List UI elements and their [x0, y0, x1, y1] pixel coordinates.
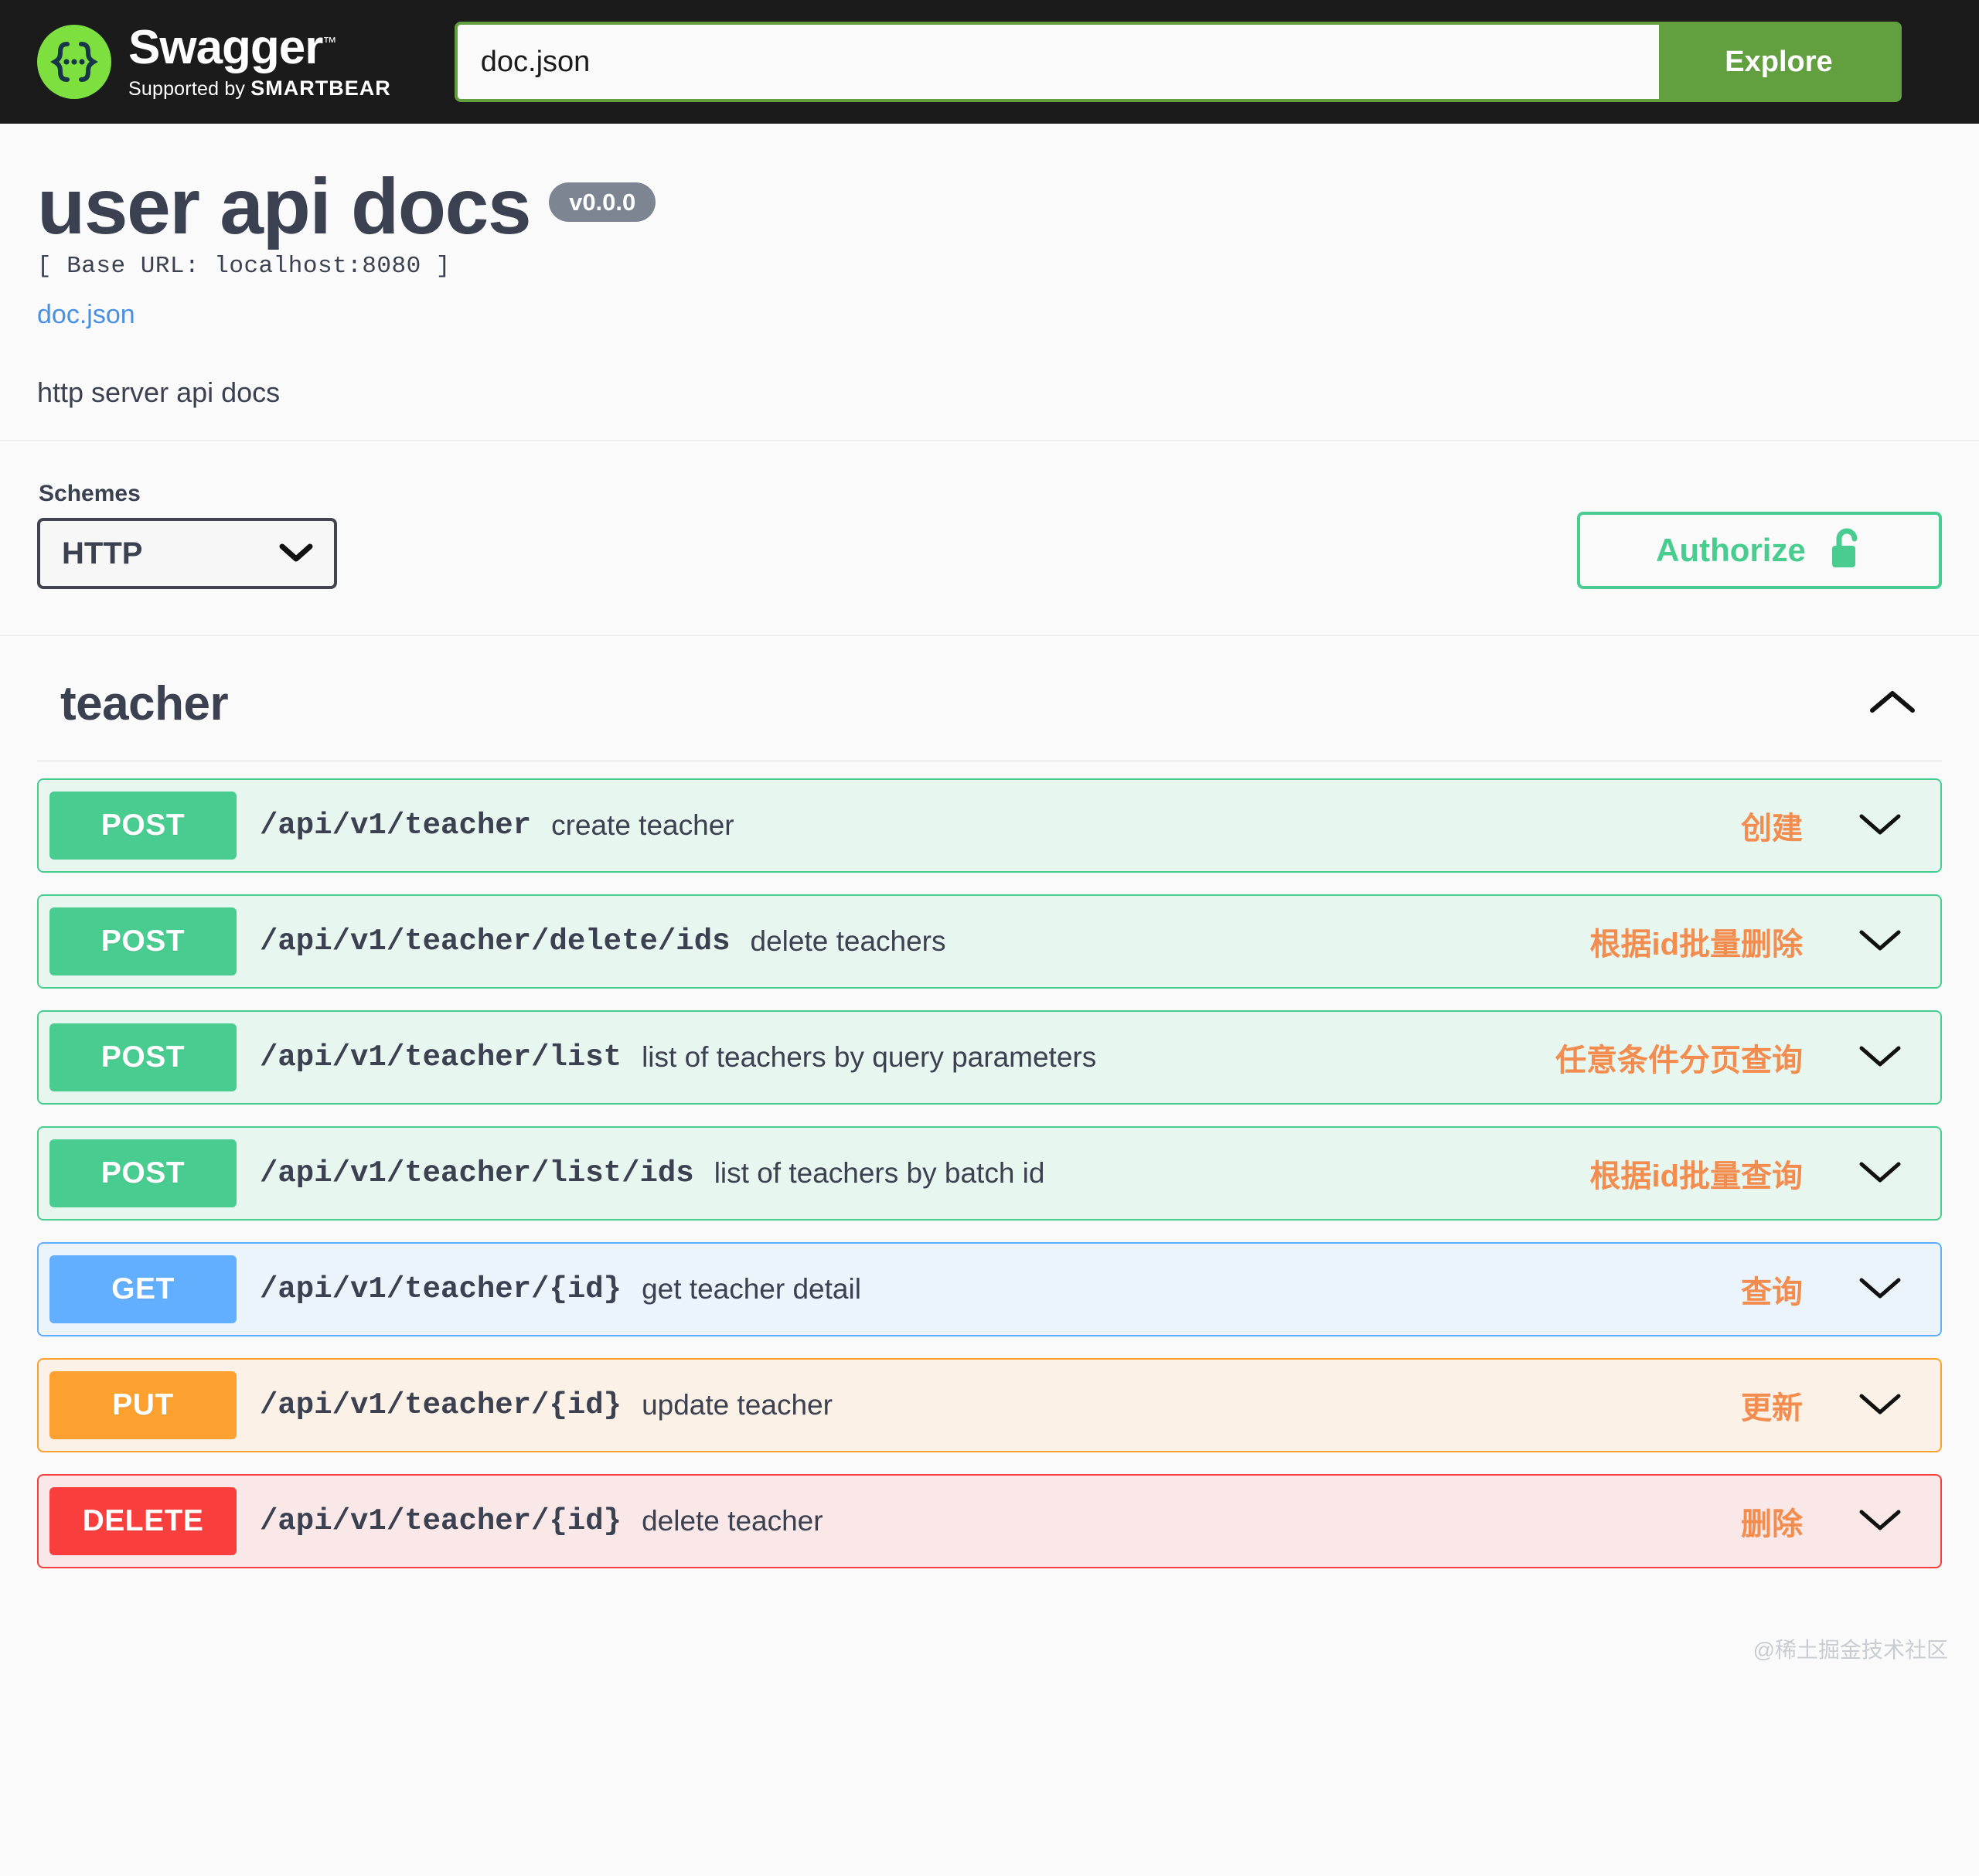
operation-summary: 更新 [1741, 1391, 1803, 1426]
schemes-selected-value: HTTP [62, 536, 143, 570]
watermark: @稀土掘金技术社区 [1752, 1638, 1948, 1663]
operation-expand-toggle[interactable] [1834, 1505, 1926, 1538]
top-bar: Swagger™ Supported by SMARTBEAR Explore [0, 0, 1979, 124]
operation-row[interactable]: POST /api/v1/teacher/list/ids list of te… [37, 1126, 1942, 1221]
operation-description: delete teacher [642, 1505, 823, 1537]
chevron-down-icon [1856, 1273, 1904, 1306]
spec-url-input[interactable] [457, 25, 1659, 99]
operation-summary: 查询 [1741, 1275, 1803, 1310]
operation-row[interactable]: DELETE /api/v1/teacher/{id} delete teach… [37, 1474, 1942, 1569]
operation-expand-toggle[interactable] [1834, 1041, 1926, 1074]
chevron-down-icon [1856, 1041, 1904, 1074]
method-badge: PUT [49, 1371, 237, 1440]
chevron-up-icon[interactable] [1866, 686, 1919, 722]
method-badge: POST [49, 1023, 237, 1092]
operation-row[interactable]: POST /api/v1/teacher create teacher 创建 [37, 778, 1942, 873]
operation-description: list of teachers by batch id [714, 1157, 1045, 1190]
operation-expand-toggle[interactable] [1834, 1157, 1926, 1190]
chevron-down-icon [1856, 925, 1904, 958]
tag-name-label: teacher [60, 677, 229, 731]
operation-summary: 创建 [1741, 812, 1803, 846]
authorize-label: Authorize [1656, 532, 1806, 569]
api-title-row: user api docs v0.0.0 [37, 165, 1942, 248]
method-badge: DELETE [49, 1487, 237, 1556]
chevron-down-icon [1856, 1505, 1904, 1538]
supported-by-label: Supported by [128, 77, 246, 100]
spec-url-form: Explore [454, 22, 1902, 102]
operation-path: /api/v1/teacher [260, 809, 532, 843]
authorize-button[interactable]: Authorize [1577, 512, 1942, 590]
page-title: user api docs [37, 162, 532, 250]
chevron-down-icon [1856, 809, 1904, 843]
operation-description: update teacher [642, 1389, 833, 1421]
operation-path: /api/v1/teacher/list [260, 1040, 622, 1075]
smartbear-brand: SMARTBEAR [250, 76, 391, 100]
api-description: http server api docs [37, 376, 281, 409]
swagger-wordmark: Swagger™ [128, 20, 391, 74]
operation-description: create teacher [551, 809, 734, 842]
operation-summary: 任意条件分页查询 [1555, 1044, 1803, 1078]
api-info-section: user api docs v0.0.0 [ Base URL: localho… [0, 124, 1979, 440]
chevron-down-icon [1856, 1389, 1904, 1422]
operation-path: /api/v1/teacher/list/ids [260, 1156, 694, 1191]
operation-path: /api/v1/teacher/{id} [260, 1388, 622, 1423]
operations-list: POST /api/v1/teacher create teacher 创建 P… [37, 761, 1942, 1621]
spec-doc-link[interactable]: doc.json [37, 300, 135, 330]
tag-section-teacher: teacher POST /api/v1/teacher create teac… [0, 636, 1979, 1621]
supported-by-line: Supported by SMARTBEAR [128, 77, 391, 100]
swagger-logo[interactable]: Swagger™ Supported by SMARTBEAR [37, 20, 391, 100]
operation-description: delete teachers [750, 925, 946, 958]
method-badge: POST [49, 907, 237, 976]
operation-expand-toggle[interactable] [1834, 925, 1926, 958]
operation-row[interactable]: POST /api/v1/teacher/list list of teache… [37, 1010, 1942, 1105]
operation-row[interactable]: GET /api/v1/teacher/{id} get teacher det… [37, 1242, 1942, 1337]
operation-path: /api/v1/teacher/{id} [260, 1272, 622, 1307]
operation-expand-toggle[interactable] [1834, 1389, 1926, 1422]
swagger-wordmark-text: Swagger [128, 20, 323, 74]
trademark-symbol: ™ [322, 33, 336, 49]
version-badge: v0.0.0 [549, 182, 656, 222]
tag-header-teacher[interactable]: teacher [37, 636, 1942, 762]
operation-row[interactable]: PUT /api/v1/teacher/{id} update teacher … [37, 1358, 1942, 1453]
swagger-braces-icon [37, 25, 111, 99]
operation-summary: 删除 [1741, 1507, 1803, 1542]
method-badge: GET [49, 1255, 237, 1324]
base-url: [ Base URL: localhost:8080 ] [37, 253, 451, 281]
operation-description: get teacher detail [642, 1273, 861, 1306]
operation-expand-toggle[interactable] [1834, 809, 1926, 843]
operation-path: /api/v1/teacher/{id} [260, 1504, 622, 1539]
unlock-icon [1829, 527, 1863, 574]
chevron-down-icon [1856, 1157, 1904, 1190]
schemes-select[interactable]: HTTP [37, 518, 337, 590]
operation-expand-toggle[interactable] [1834, 1273, 1926, 1306]
explore-button[interactable]: Explore [1659, 25, 1899, 99]
method-badge: POST [49, 1139, 237, 1208]
operation-description: list of teachers by query parameters [642, 1041, 1097, 1074]
operation-path: /api/v1/teacher/delete/ids [260, 924, 731, 959]
operation-summary: 根据id批量删除 [1589, 928, 1803, 962]
operation-summary: 根据id批量查询 [1589, 1159, 1803, 1194]
schemes-authorize-bar: Schemes HTTP Authorize [0, 441, 1979, 635]
method-badge: POST [49, 792, 237, 860]
operation-row[interactable]: POST /api/v1/teacher/delete/ids delete t… [37, 894, 1942, 989]
chevron-down-icon [278, 540, 314, 567]
schemes-label: Schemes [39, 481, 141, 507]
